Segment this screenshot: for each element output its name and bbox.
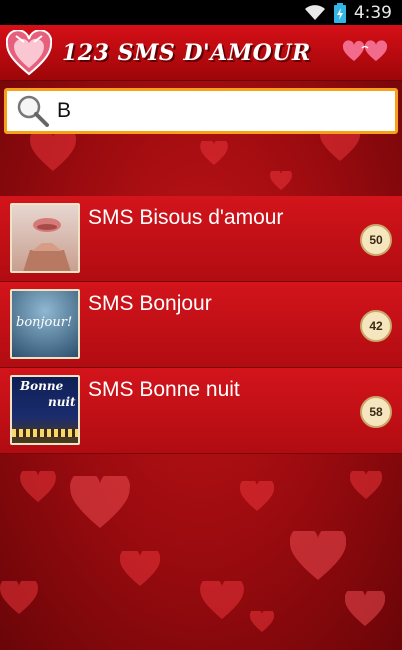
list-item-label: SMS Bisous d'amour <box>88 206 284 229</box>
heart-decoration <box>30 131 76 171</box>
list-item-bisous[interactable]: SMS Bisous d'amour 50 <box>0 196 402 282</box>
thumbnail-bonne-nuit-text-1: Bonne <box>20 379 64 393</box>
heart-decoration <box>270 171 292 190</box>
heart-decoration <box>0 581 38 614</box>
app-title: 123 SMS D'AMOUR <box>62 39 311 66</box>
heart-glasses-icon <box>342 40 388 61</box>
search-input[interactable]: B <box>4 88 398 134</box>
thumbnail-bonne-nuit-text-2: nuit <box>48 395 76 409</box>
status-time: 4:39 <box>353 2 392 23</box>
heart-decoration <box>290 531 346 580</box>
list-item-bonne-nuit[interactable]: Bonne nuit SMS Bonne nuit 58 <box>0 368 402 454</box>
heart-decoration <box>120 551 160 586</box>
heart-decoration <box>345 591 385 626</box>
status-bar: 4:39 <box>0 0 402 25</box>
heart-decoration <box>250 611 274 632</box>
thumbnail-bonjour: bonjour! <box>10 289 80 359</box>
count-badge: 58 <box>360 396 392 428</box>
battery-icon <box>333 2 346 23</box>
list-item-bonjour[interactable]: bonjour! SMS Bonjour 42 <box>0 282 402 368</box>
search-query: B <box>57 99 72 122</box>
count-badge: 50 <box>360 224 392 256</box>
count-badge: 42 <box>360 310 392 342</box>
list-item-label: SMS Bonjour <box>88 292 212 315</box>
thumbnail-kiss <box>10 203 80 273</box>
heart-decoration <box>20 471 56 502</box>
heart-decoration <box>240 481 274 511</box>
thumbnail-bonne-nuit: Bonne nuit <box>10 375 80 445</box>
heart-decoration <box>70 476 130 528</box>
sms-category-list: SMS Bisous d'amour 50 bonjour! SMS Bonjo… <box>0 196 402 454</box>
heart-decoration <box>350 471 382 499</box>
heart-decoration <box>200 141 228 165</box>
heart-box-logo <box>5 28 53 76</box>
wifi-icon <box>304 4 325 20</box>
search-icon <box>17 95 49 127</box>
thumbnail-bonjour-text: bonjour! <box>16 315 73 330</box>
app-header: 123 SMS D'AMOUR <box>0 25 402 81</box>
list-item-label: SMS Bonne nuit <box>88 378 240 401</box>
heart-decoration <box>200 581 244 619</box>
